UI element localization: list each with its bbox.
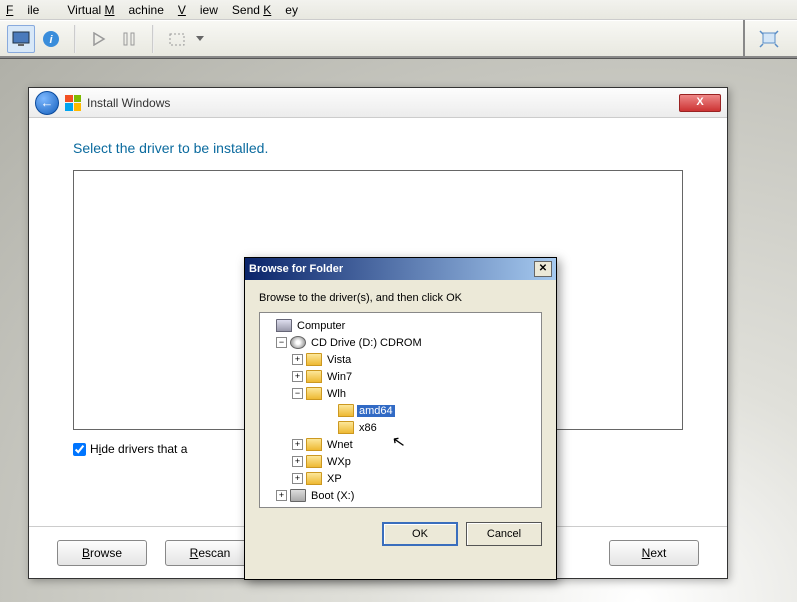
browse-instruction: Browse to the driver(s), and then click … xyxy=(245,280,556,312)
folder-icon xyxy=(306,438,322,451)
browse-close-button[interactable]: ✕ xyxy=(534,261,552,277)
hide-drivers-check-input[interactable] xyxy=(73,443,86,456)
expander-plus[interactable]: + xyxy=(292,371,303,382)
expander-plus[interactable]: + xyxy=(292,456,303,467)
menu-virtual-machine[interactable]: Virtual Machine xyxy=(67,3,164,17)
menu-view[interactable]: View xyxy=(178,3,218,17)
wizard-titlebar: Install Windows X xyxy=(29,88,727,118)
browse-titlebar[interactable]: Browse for Folder ✕ xyxy=(245,258,556,280)
menu-send-key[interactable]: Send Key xyxy=(232,3,298,17)
monitor-button[interactable] xyxy=(7,25,35,53)
rescan-button[interactable]: Rescan xyxy=(165,540,255,566)
wizard-title: Install Windows xyxy=(87,96,170,110)
drive-icon xyxy=(290,489,306,502)
folder-icon xyxy=(306,370,322,383)
next-button[interactable]: Next xyxy=(609,540,699,566)
wizard-close-button[interactable]: X xyxy=(679,94,721,112)
browse-for-folder-dialog: Browse for Folder ✕ Browse to the driver… xyxy=(244,257,557,580)
expander-plus[interactable]: + xyxy=(292,354,303,365)
expander-plus[interactable]: + xyxy=(292,439,303,450)
snapshot-dropdown[interactable] xyxy=(193,25,207,53)
pause-icon xyxy=(122,32,136,46)
tree-node-wxp[interactable]: +WXp xyxy=(262,453,539,470)
info-button[interactable]: i xyxy=(37,25,65,53)
folder-icon xyxy=(338,421,354,434)
pause-button[interactable] xyxy=(115,25,143,53)
tree-node-cd-drive[interactable]: −CD Drive (D:) CDROM xyxy=(262,334,539,351)
tree-node-wlh[interactable]: −Wlh xyxy=(262,385,539,402)
fullscreen-button[interactable] xyxy=(755,25,783,53)
fullscreen-icon xyxy=(759,30,779,48)
tree-node-x86[interactable]: x86 xyxy=(262,419,539,436)
menu-file[interactable]: File xyxy=(6,3,53,17)
vm-viewport: Install Windows X Select the driver to b… xyxy=(0,58,797,602)
info-icon: i xyxy=(42,30,60,48)
expander-minus[interactable]: − xyxy=(292,388,303,399)
tree-node-win7[interactable]: +Win7 xyxy=(262,368,539,385)
host-toolbar: i xyxy=(0,20,797,58)
browse-title-text: Browse for Folder xyxy=(249,263,343,275)
expander-plus[interactable]: + xyxy=(276,490,287,501)
hide-drivers-label: Hide drivers that a xyxy=(90,442,187,456)
wizard-heading: Select the driver to be installed. xyxy=(73,140,683,156)
tree-node-amd64[interactable]: amd64 xyxy=(262,402,539,419)
folder-icon xyxy=(306,472,322,485)
computer-icon xyxy=(276,319,292,332)
snapshot-button[interactable] xyxy=(163,25,191,53)
folder-icon xyxy=(306,455,322,468)
folder-tree[interactable]: Computer −CD Drive (D:) CDROM +Vista +Wi… xyxy=(259,312,542,508)
chevron-down-icon xyxy=(196,36,204,42)
host-menubar: File Virtual Machine View Send Key xyxy=(0,0,797,20)
ok-button[interactable]: OK xyxy=(382,522,458,546)
monitor-icon xyxy=(12,31,30,47)
back-button[interactable] xyxy=(35,91,59,115)
cancel-button[interactable]: Cancel xyxy=(466,522,542,546)
tree-node-xp[interactable]: +XP xyxy=(262,470,539,487)
expander-minus[interactable]: − xyxy=(276,337,287,348)
play-icon xyxy=(92,32,106,46)
tree-node-computer[interactable]: Computer xyxy=(262,317,539,334)
folder-icon xyxy=(338,404,354,417)
snapshot-icon xyxy=(169,31,185,47)
browse-button[interactable]: Browse xyxy=(57,540,147,566)
folder-icon xyxy=(306,353,322,366)
tree-node-vista[interactable]: +Vista xyxy=(262,351,539,368)
expander-plus[interactable]: + xyxy=(292,473,303,484)
tree-node-boot[interactable]: +Boot (X:) xyxy=(262,487,539,504)
cd-icon xyxy=(290,336,306,349)
play-button[interactable] xyxy=(85,25,113,53)
tree-node-wnet[interactable]: +Wnet xyxy=(262,436,539,453)
windows-flag-icon xyxy=(65,95,81,111)
folder-icon xyxy=(306,387,322,400)
